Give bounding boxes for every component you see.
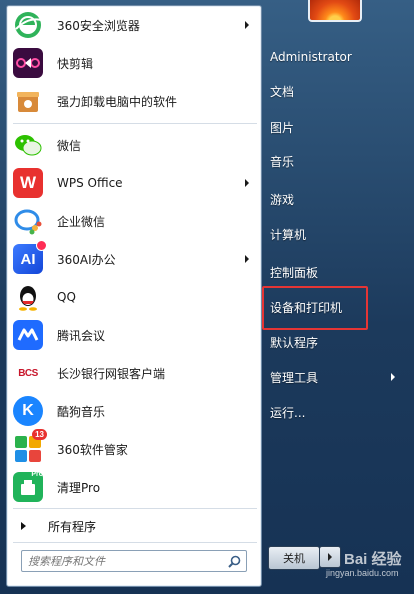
program-label: QQ (57, 290, 76, 304)
program-label: 360软件管家 (57, 442, 128, 457)
360-software-manager-icon: 13 (13, 429, 47, 464)
kugou-icon-letter: K (22, 402, 34, 419)
right-item-music[interactable]: 音乐 (270, 146, 390, 176)
right-item-label: 音乐 (270, 154, 295, 169)
baidu-watermark: Bai 经验 jingyan.baidu.com (326, 540, 414, 594)
right-item-label: 计算机 (270, 227, 307, 242)
bcs-bank-icon: BCS (13, 358, 43, 388)
shutdown-button[interactable]: 关机 (268, 546, 320, 570)
right-item-administrator[interactable]: Administrator (270, 42, 390, 72)
shutdown-label: 关机 (283, 552, 305, 565)
right-item-games[interactable]: 游戏 (270, 184, 390, 214)
kugou-music-icon: K (13, 396, 43, 426)
search-icon[interactable] (228, 555, 241, 571)
program-item-bcs-bank[interactable]: BCS 长沙银行网银客户端 (7, 355, 261, 391)
divider (13, 123, 257, 124)
submenu-arrow-icon (245, 255, 249, 263)
notification-dot-icon (36, 240, 47, 251)
right-item-label: 文档 (270, 84, 295, 99)
right-item-computer[interactable]: 计算机 (270, 219, 390, 249)
right-item-label: 管理工具 (270, 370, 319, 385)
right-item-label: 游戏 (270, 192, 295, 207)
program-label: 强力卸载电脑中的软件 (57, 94, 178, 109)
360-browser-icon (13, 10, 43, 40)
annotation-highlight-box (262, 286, 368, 330)
program-item-qq[interactable]: QQ (7, 279, 261, 315)
watermark-brand: Bai 经验 (344, 551, 402, 568)
program-label: WPS Office (57, 176, 123, 190)
program-label: 360AI办公 (57, 252, 116, 267)
tencent-meeting-icon (13, 320, 43, 350)
right-item-label: Administrator (270, 50, 352, 64)
program-item-wps[interactable]: W WPS Office (7, 165, 261, 201)
pro-tag: Pro (31, 471, 43, 478)
right-item-label: 图片 (270, 120, 295, 135)
right-item-label: 默认程序 (270, 335, 319, 350)
program-item-360-browser[interactable]: 360安全浏览器 (7, 7, 261, 43)
right-item-pictures[interactable]: 图片 (270, 112, 390, 142)
uninstaller-icon (13, 86, 43, 116)
programs-pane: 360安全浏览器 快剪辑 强力卸载电脑中的软件 微信 W WPS Office … (6, 5, 262, 587)
right-item-label: 运行... (270, 405, 306, 420)
search-box[interactable] (21, 550, 247, 572)
360ai-office-icon: AI (13, 240, 47, 274)
right-item-run[interactable]: 运行... (270, 397, 390, 427)
program-item-kugou[interactable]: K 酷狗音乐 (7, 393, 261, 429)
submenu-arrow-icon (245, 21, 249, 29)
cleaner-pro-icon: Pro (13, 471, 43, 502)
right-item-documents[interactable]: 文档 (270, 76, 390, 106)
divider (13, 542, 257, 543)
divider (13, 508, 257, 509)
program-item-uninstaller[interactable]: 强力卸载电脑中的软件 (7, 83, 261, 119)
bcs-icon-letters: BCS (18, 367, 38, 379)
right-item-control-panel[interactable]: 控制面板 (270, 257, 390, 287)
program-label: 企业微信 (57, 214, 106, 229)
program-label: 360安全浏览器 (57, 18, 140, 33)
all-programs-button[interactable]: 所有程序 (7, 511, 261, 541)
wechat-icon (13, 130, 43, 160)
wecom-icon (13, 206, 43, 236)
program-item-wecom[interactable]: 企业微信 (7, 203, 261, 239)
right-item-admin-tools[interactable]: 管理工具 (270, 362, 395, 392)
wps-icon-letter: W (19, 173, 37, 192)
program-item-360-software-manager[interactable]: 13 360软件管家 (7, 429, 261, 467)
badge-count: 13 (32, 429, 47, 440)
program-label: 腾讯会议 (57, 328, 106, 343)
expand-arrow-icon (21, 522, 26, 530)
right-item-label: 控制面板 (270, 265, 319, 280)
kuaijianji-icon (13, 48, 43, 78)
program-item-cleaner-pro[interactable]: Pro 清理Pro (7, 469, 261, 505)
program-label: 快剪辑 (57, 56, 94, 71)
program-item-360ai-office[interactable]: AI 360AI办公 (7, 240, 261, 277)
all-programs-label: 所有程序 (48, 519, 97, 534)
program-label: 微信 (57, 138, 82, 153)
right-item-default-programs[interactable]: 默认程序 (270, 327, 390, 357)
watermark-url: jingyan.baidu.com (326, 568, 399, 578)
qq-penguin-icon (13, 282, 43, 312)
submenu-arrow-icon (391, 373, 395, 381)
submenu-arrow-icon (245, 179, 249, 187)
start-menu: 360安全浏览器 快剪辑 强力卸载电脑中的软件 微信 W WPS Office … (0, 0, 414, 594)
program-label: 长沙银行网银客户端 (57, 366, 166, 381)
program-item-tencent-meeting[interactable]: 腾讯会议 (7, 317, 261, 353)
search-input[interactable] (22, 553, 220, 569)
wps-icon: W (13, 168, 43, 198)
user-account-picture[interactable] (308, 0, 362, 22)
program-item-wechat[interactable]: 微信 (7, 127, 261, 163)
program-label: 清理Pro (57, 480, 101, 495)
program-item-kuaijianji[interactable]: 快剪辑 (7, 45, 261, 81)
program-label: 酷狗音乐 (57, 404, 106, 419)
ai-icon-letters: AI (20, 250, 36, 268)
